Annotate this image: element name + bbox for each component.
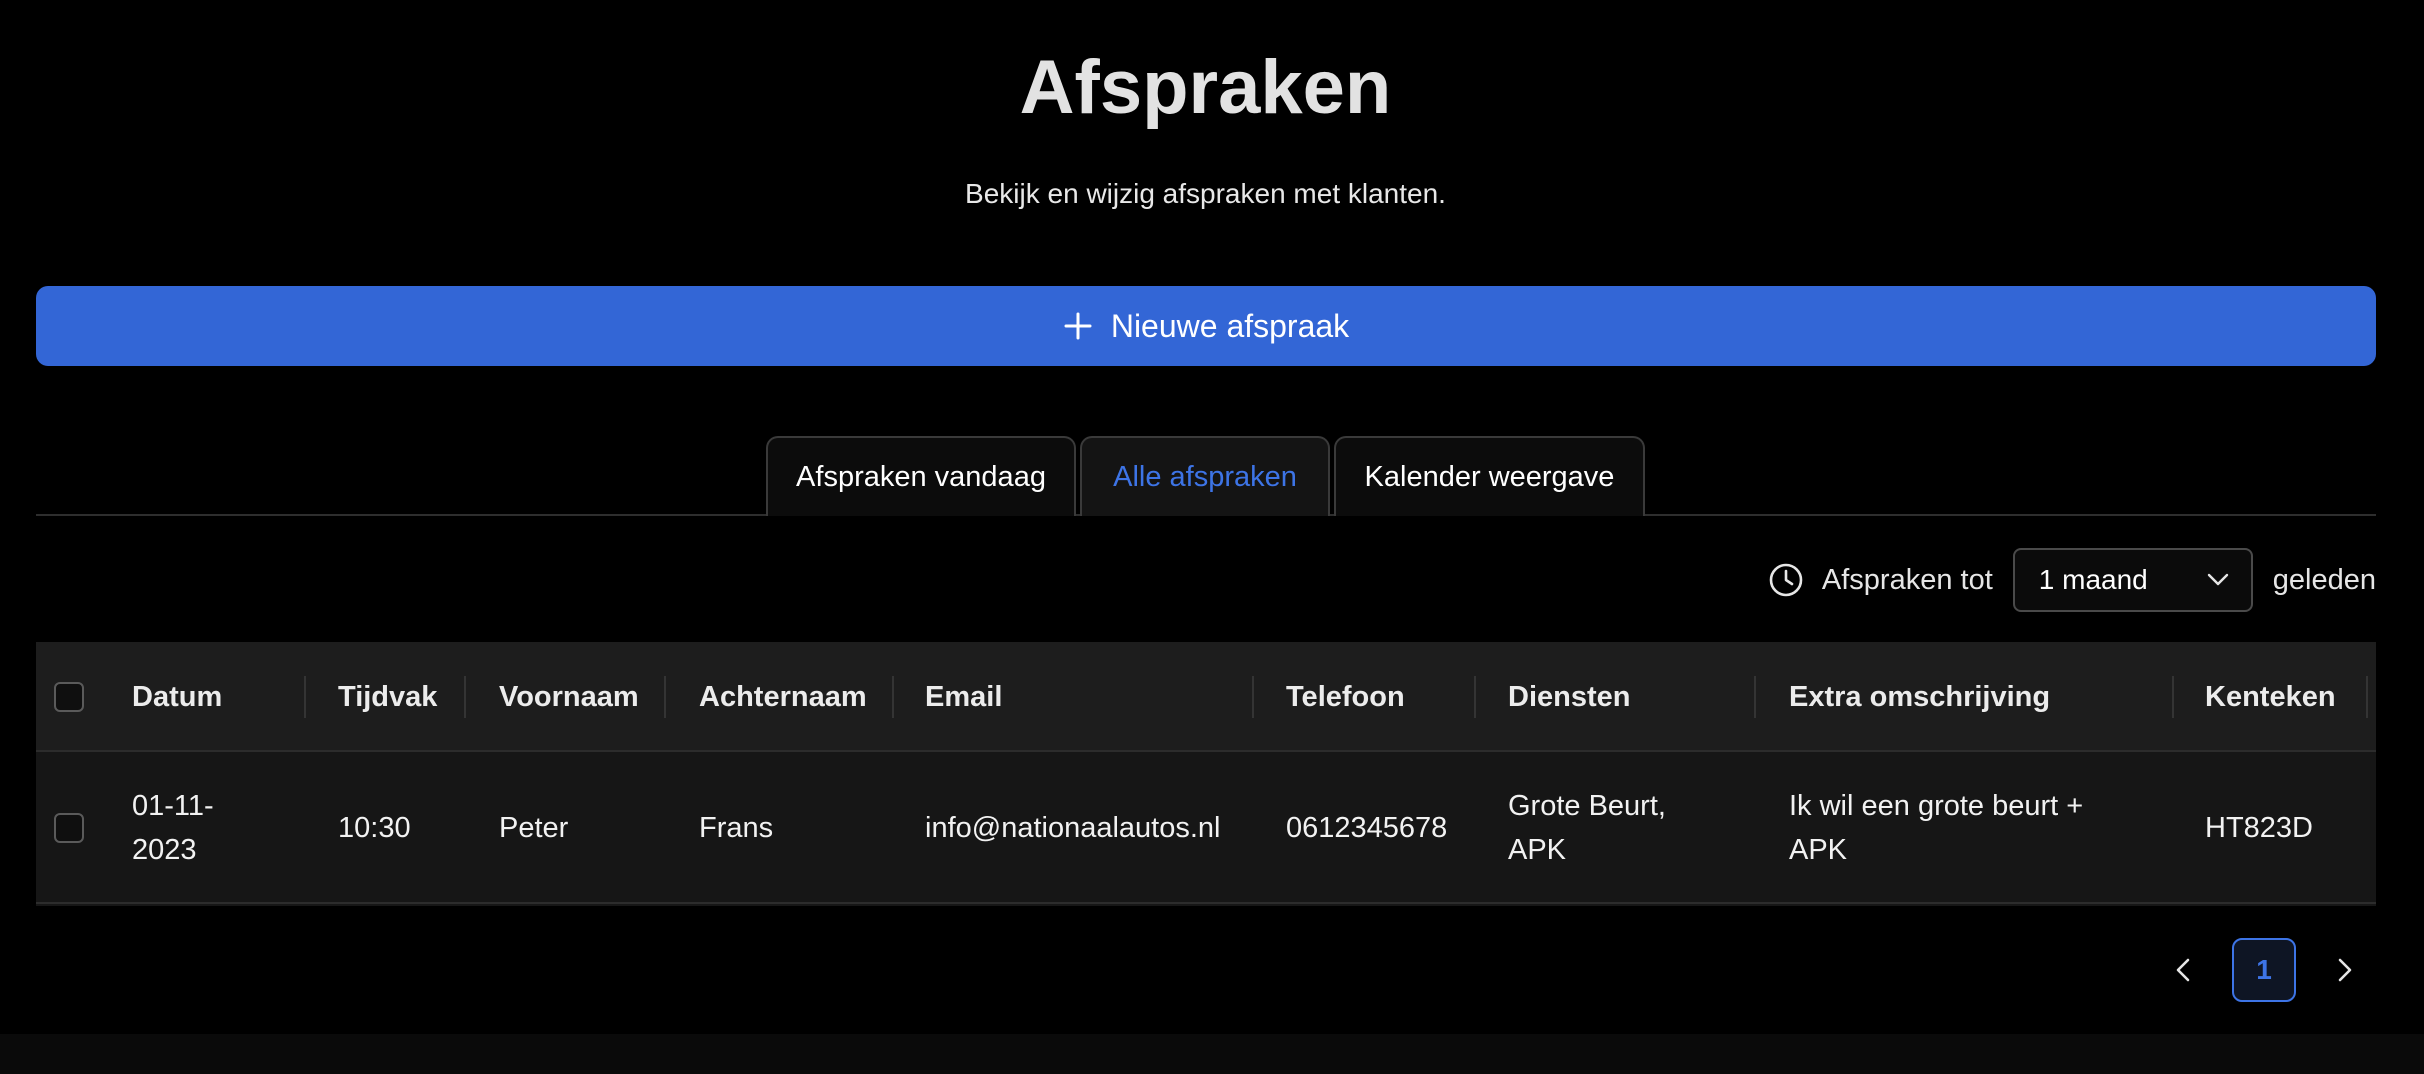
period-select[interactable]: 1 maand: [2012, 548, 2253, 612]
column-separator: [304, 676, 306, 718]
cell-voornaam: Peter: [499, 812, 569, 844]
column-header-telefoon[interactable]: Telefoon: [1286, 642, 1405, 752]
column-separator: [1252, 676, 1254, 718]
period-select-value: 1 maand: [2038, 564, 2148, 595]
cell-extra-line2: APK: [1789, 834, 1848, 866]
select-all-checkbox[interactable]: [54, 682, 84, 712]
filter-label: Afspraken tot: [1821, 563, 1993, 596]
appointments-page: Afspraken Bekijk en wijzig afspraken met…: [0, 0, 2424, 1074]
footer-band: [0, 1034, 2424, 1074]
column-header-voornaam[interactable]: Voornaam: [499, 642, 639, 752]
cell-email-link[interactable]: info@nationaalautos.nl: [925, 752, 1220, 904]
column-header-extra-omschrijving[interactable]: Extra omschrijving: [1789, 642, 2050, 752]
tab-all-appointments[interactable]: Alle afspraken: [1080, 436, 1330, 516]
column-separator: [664, 676, 666, 718]
page-title: Afspraken: [1019, 45, 1392, 130]
appointments-filter: Afspraken tot 1 maand geleden: [1768, 548, 2376, 612]
cell-datum-line1: 01-11-: [132, 790, 214, 822]
cell-achternaam: Frans: [699, 812, 774, 844]
chevron-down-icon: [2207, 573, 2228, 586]
column-header-datum[interactable]: Datum: [132, 642, 222, 752]
chevron-right-icon[interactable]: [2328, 954, 2360, 986]
cell-datum: 01-11- 2023: [132, 752, 214, 904]
cell-extra-line1: Ik wil een grote beurt +: [1789, 790, 2084, 822]
column-separator: [892, 676, 894, 718]
cell-datum-line2: 2023: [132, 834, 197, 866]
column-separator: [2172, 676, 2174, 718]
filter-suffix: geleden: [2272, 563, 2376, 596]
cell-diensten-line2: APK: [1508, 834, 1567, 866]
cell-kenteken: HT823D: [2205, 812, 2313, 844]
column-header-achternaam[interactable]: Achternaam: [699, 642, 867, 752]
new-appointment-button[interactable]: Nieuwe afspraak: [36, 286, 2376, 366]
clock-icon: [1769, 563, 1803, 597]
cell-diensten: Grote Beurt, APK: [1508, 752, 1666, 904]
table-header: Datum Tijdvak Voornaam Achternaam Email …: [36, 642, 2376, 752]
tab-calendar-view[interactable]: Kalender weergave: [1334, 436, 1645, 516]
pagination-current-page[interactable]: 1: [2232, 938, 2296, 1002]
column-header-tijdvak[interactable]: Tijdvak: [338, 642, 437, 752]
table-row[interactable]: 01-11- 2023 10:30 Peter Frans info@natio…: [36, 752, 2376, 904]
cell-tijdvak: 10:30: [338, 812, 411, 844]
plus-icon: [1064, 312, 1092, 340]
cell-telefoon-link[interactable]: 0612345678: [1286, 752, 1447, 904]
column-separator: [464, 676, 466, 718]
column-separator: [2366, 676, 2368, 718]
chevron-left-icon[interactable]: [2168, 954, 2200, 986]
column-header-diensten[interactable]: Diensten: [1508, 642, 1630, 752]
cell-diensten-line1: Grote Beurt,: [1508, 790, 1666, 822]
cell-extra-omschrijving: Ik wil een grote beurt + APK: [1789, 752, 2083, 904]
row-checkbox[interactable]: [54, 813, 84, 843]
tab-appointments-today[interactable]: Afspraken vandaag: [766, 436, 1076, 516]
column-header-kenteken[interactable]: Kenteken: [2205, 642, 2336, 752]
page-subtitle: Bekijk en wijzig afspraken met klanten.: [965, 178, 1446, 209]
column-header-email[interactable]: Email: [925, 642, 1002, 752]
column-separator: [1474, 676, 1476, 718]
new-appointment-label: Nieuwe afspraak: [1110, 307, 1350, 344]
column-separator: [1754, 676, 1756, 718]
appointments-table: Datum Tijdvak Voornaam Achternaam Email …: [36, 642, 2376, 906]
